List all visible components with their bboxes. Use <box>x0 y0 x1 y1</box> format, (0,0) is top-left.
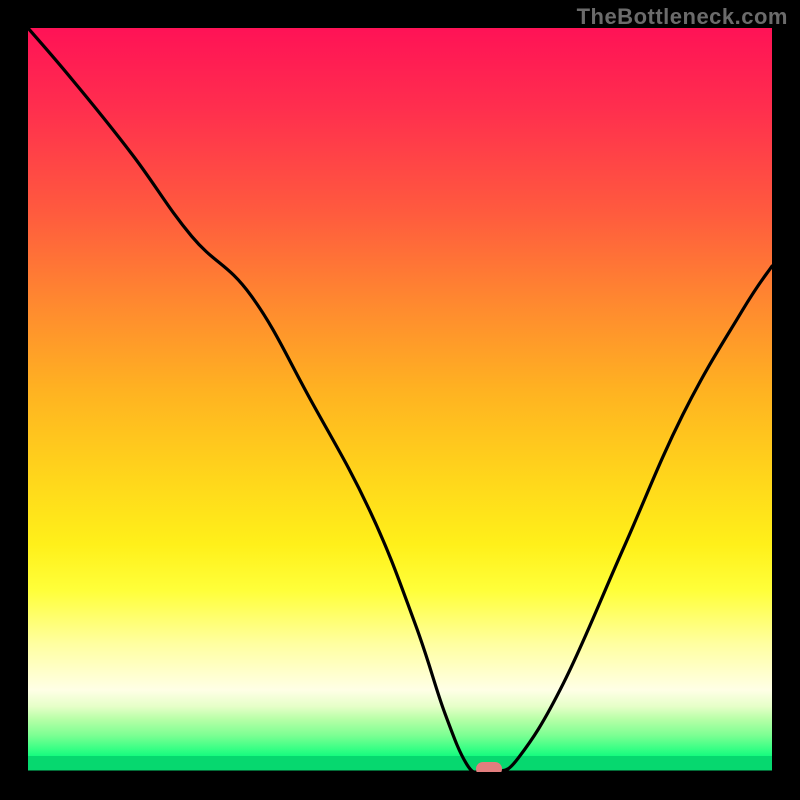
plot-area <box>28 28 772 772</box>
bottleneck-curve <box>28 28 772 772</box>
curve-svg <box>28 28 772 772</box>
optimal-marker <box>476 762 502 772</box>
watermark-text: TheBottleneck.com <box>577 4 788 30</box>
chart-frame: TheBottleneck.com <box>0 0 800 800</box>
